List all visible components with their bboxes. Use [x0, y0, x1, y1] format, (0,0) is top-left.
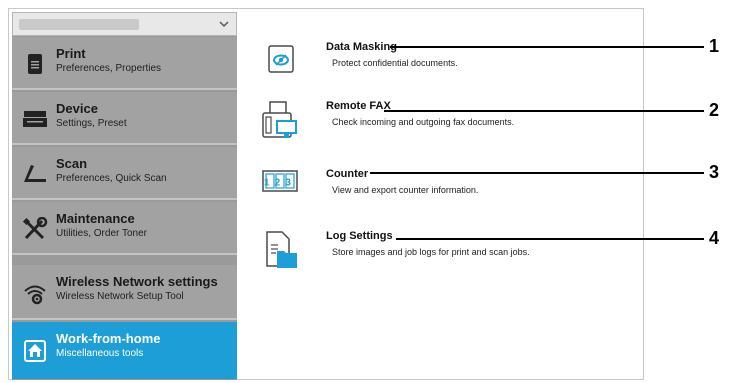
callout-number: 2: [709, 100, 720, 120]
tool-counter[interactable]: 123 Counter View and export counter info…: [262, 168, 642, 218]
tool-description: Store images and job logs for print and …: [332, 247, 530, 257]
callout-line-1: [390, 46, 704, 48]
callout-number: 3: [709, 162, 720, 182]
print-icon: [28, 54, 42, 74]
device-name-placeholder: [19, 19, 139, 30]
sidebar-item-subtitle: Settings, Preset: [56, 118, 127, 129]
sidebar-item-title: Device: [56, 101, 98, 116]
device-icon: [23, 111, 47, 127]
tool-name: Remote FAX: [326, 100, 391, 112]
tool-description: Protect confidential documents.: [332, 58, 458, 68]
log-folder-icon: [266, 231, 297, 268]
fax-monitor-icon: [262, 101, 297, 138]
sidebar-item-scan[interactable]: Scan Preferences, Quick Scan: [12, 147, 237, 200]
chevron-down-icon: [219, 21, 229, 28]
sidebar-item-wireless-network[interactable]: Wireless Network settings Wireless Netwo…: [12, 265, 237, 320]
scan-icon: [24, 165, 46, 182]
sidebar-item-title: Maintenance: [56, 211, 135, 226]
callout-number: 4: [709, 228, 720, 248]
callout-line-2: [384, 110, 704, 112]
tool-description: View and export counter information.: [332, 185, 479, 195]
callout-number: 1: [709, 36, 720, 56]
callout-line-4: [396, 238, 704, 240]
tool-description: Check incoming and outgoing fax document…: [332, 117, 515, 127]
sidebar-item-work-from-home[interactable]: Work-from-home Miscellaneous tools: [12, 322, 237, 379]
sidebar-item-title: Wireless Network settings: [56, 274, 218, 289]
sidebar-item-subtitle: Wireless Network Setup Tool: [56, 291, 184, 302]
eye-mask-icon: [268, 45, 294, 73]
tool-name: Log Settings: [326, 230, 393, 242]
tool-remote-fax[interactable]: Remote FAX Check incoming and outgoing f…: [262, 100, 642, 150]
sidebar-item-subtitle: Preferences, Quick Scan: [56, 173, 167, 184]
callout-line-3: [370, 172, 704, 174]
sidebar-item-subtitle: Miscellaneous tools: [56, 348, 144, 359]
counter-icon: 123: [262, 170, 298, 192]
sidebar-item-subtitle: Utilities, Order Toner: [56, 228, 147, 239]
tool-data-masking[interactable]: Data Masking Protect confidential docume…: [262, 41, 642, 91]
tools-icon: [22, 217, 48, 240]
sidebar-item-title: Scan: [56, 156, 88, 171]
sidebar-item-title: Work-from-home: [56, 331, 161, 346]
tool-name: Counter: [326, 168, 369, 180]
sidebar-item-maintenance[interactable]: Maintenance Utilities, Order Toner: [12, 202, 237, 255]
wireless-gear-icon: [24, 285, 46, 305]
sidebar-item-device[interactable]: Device Settings, Preset: [12, 92, 237, 145]
home-icon: [24, 340, 46, 362]
sidebar-item-title: Print: [56, 46, 86, 61]
tool-name: Data Masking: [326, 41, 397, 53]
sidebar-item-print[interactable]: Print Preferences, Properties: [12, 37, 237, 90]
device-select-dropdown[interactable]: [12, 12, 237, 36]
counter-icon-digits: 123: [264, 178, 296, 189]
sidebar-item-subtitle: Preferences, Properties: [56, 63, 162, 74]
